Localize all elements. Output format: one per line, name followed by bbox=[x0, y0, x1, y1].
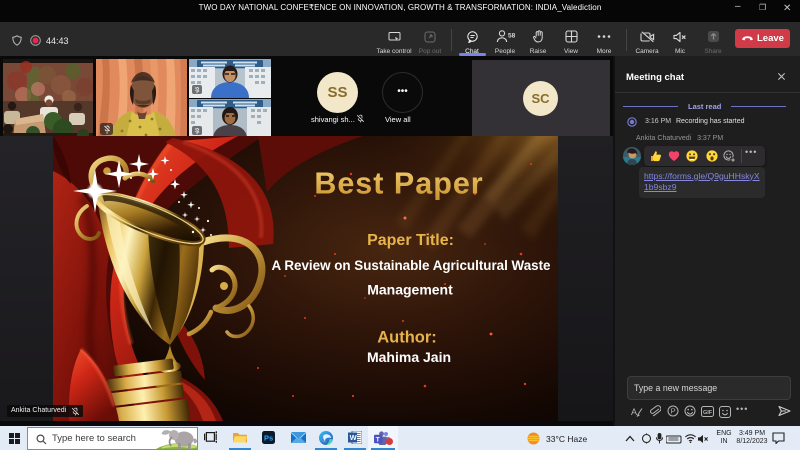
svg-text:Mahima Jain: Mahima Jain bbox=[367, 349, 451, 365]
svg-text:A: A bbox=[631, 407, 637, 417]
svg-text:T: T bbox=[376, 436, 380, 443]
svg-text:A Review on Sustainable Agricu: A Review on Sustainable Agricultural Was… bbox=[271, 258, 550, 273]
svg-text:GIF: GIF bbox=[703, 410, 713, 416]
svg-text:Author:: Author: bbox=[377, 329, 437, 347]
svg-text:58: 58 bbox=[508, 33, 516, 40]
svg-text:W: W bbox=[350, 433, 358, 442]
svg-text:Paper Title:: Paper Title: bbox=[367, 232, 454, 249]
svg-text:Ps: Ps bbox=[264, 434, 273, 443]
svg-text:P: P bbox=[671, 407, 676, 416]
svg-text:Best Paper: Best Paper bbox=[314, 167, 483, 201]
svg-text:Management: Management bbox=[367, 282, 453, 298]
